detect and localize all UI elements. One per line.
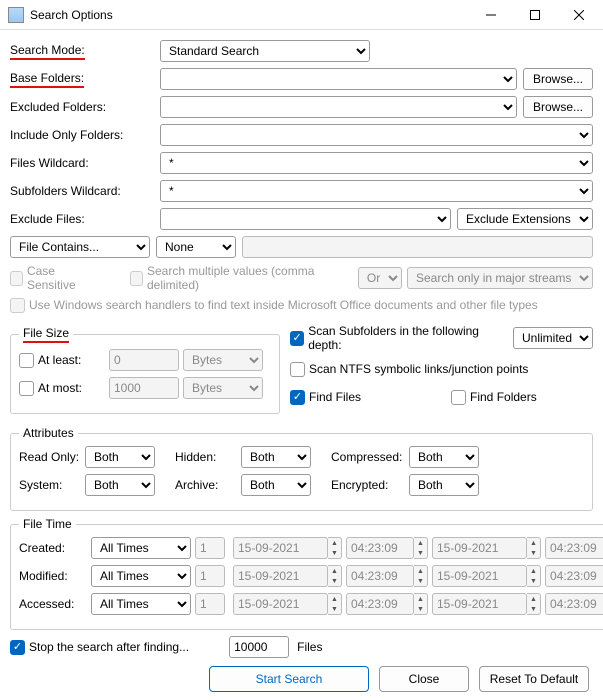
- include-only-input[interactable]: [160, 124, 593, 146]
- base-folders-input[interactable]: [160, 68, 517, 90]
- spinner-icon[interactable]: ▲▼: [414, 537, 428, 559]
- reset-default-button[interactable]: Reset To Default: [479, 666, 589, 692]
- accessed-time2-input[interactable]: [545, 593, 603, 615]
- files-wildcard-label: Files Wildcard:: [10, 156, 160, 170]
- read-only-label: Read Only:: [19, 450, 85, 464]
- modified-date2-input[interactable]: [432, 565, 527, 587]
- spinner-icon[interactable]: ▲▼: [328, 565, 342, 587]
- spinner-icon[interactable]: ▲▼: [328, 537, 342, 559]
- win-handlers-checkbox[interactable]: Use Windows search handlers to find text…: [10, 298, 538, 313]
- streams-select[interactable]: Search only in major streams: [407, 267, 593, 289]
- files-word-label: Files: [297, 640, 322, 654]
- file-size-group: File Size At least: Bytes At most: Bytes: [10, 326, 280, 414]
- search-mode-select[interactable]: Standard Search: [160, 40, 370, 62]
- encrypted-label: Encrypted:: [331, 478, 409, 492]
- read-only-select[interactable]: Both: [85, 446, 155, 468]
- archive-label: Archive:: [175, 478, 241, 492]
- exclude-files-label: Exclude Files:: [10, 212, 160, 226]
- spinner-icon[interactable]: ▲▼: [414, 565, 428, 587]
- close-dialog-button[interactable]: Close: [379, 666, 469, 692]
- created-date2-input[interactable]: [432, 537, 527, 559]
- files-wildcard-input[interactable]: *: [160, 152, 593, 174]
- excluded-folders-input[interactable]: [160, 96, 517, 118]
- created-date1-input[interactable]: [233, 537, 328, 559]
- file-contains-input[interactable]: [242, 236, 593, 258]
- modified-num-input[interactable]: [195, 565, 225, 587]
- created-num-input[interactable]: [195, 537, 225, 559]
- created-time1-input[interactable]: [346, 537, 414, 559]
- at-least-checkbox[interactable]: At least:: [19, 353, 99, 368]
- encrypted-select[interactable]: Both: [409, 474, 479, 496]
- app-icon: [8, 7, 24, 23]
- file-contains-select[interactable]: File Contains...: [10, 236, 150, 258]
- file-contains-encoding-select[interactable]: None: [156, 236, 236, 258]
- file-time-group: File Time Created: All Times ▲▼ ▲▼ ▲▼ ▲▼…: [10, 517, 603, 630]
- excluded-folders-browse-button[interactable]: Browse...: [523, 96, 593, 118]
- find-files-checkbox[interactable]: Find Files: [290, 390, 361, 405]
- created-label: Created:: [19, 541, 91, 555]
- depth-select[interactable]: Unlimited: [513, 327, 593, 349]
- subfolders-wildcard-input[interactable]: *: [160, 180, 593, 202]
- case-sensitive-checkbox[interactable]: Case Sensitive: [10, 264, 94, 292]
- start-search-button[interactable]: Start Search: [209, 666, 369, 692]
- base-folders-label: Base Folders:: [10, 71, 160, 88]
- or-select[interactable]: Or: [358, 267, 402, 289]
- search-mode-label: Search Mode:: [10, 43, 160, 60]
- excluded-folders-label: Excluded Folders:: [10, 100, 160, 114]
- at-least-input[interactable]: [109, 349, 179, 371]
- window-title: Search Options: [30, 8, 469, 22]
- accessed-mode-select[interactable]: All Times: [91, 593, 191, 615]
- accessed-date1-input[interactable]: [233, 593, 328, 615]
- system-label: System:: [19, 478, 85, 492]
- spinner-icon[interactable]: ▲▼: [328, 593, 342, 615]
- file-time-legend: File Time: [19, 517, 76, 531]
- base-folders-browse-button[interactable]: Browse...: [523, 68, 593, 90]
- modified-date1-input[interactable]: [233, 565, 328, 587]
- created-mode-select[interactable]: All Times: [91, 537, 191, 559]
- attributes-group: Attributes Read Only: Both Hidden: Both …: [10, 426, 593, 511]
- attributes-legend: Attributes: [19, 426, 78, 440]
- at-least-unit-select[interactable]: Bytes: [183, 349, 263, 371]
- system-select[interactable]: Both: [85, 474, 155, 496]
- accessed-num-input[interactable]: [195, 593, 225, 615]
- titlebar: Search Options: [0, 0, 603, 30]
- file-size-legend: File Size: [19, 326, 73, 343]
- close-button[interactable]: [557, 1, 601, 29]
- find-folders-checkbox[interactable]: Find Folders: [451, 390, 537, 405]
- accessed-time1-input[interactable]: [346, 593, 414, 615]
- scan-subfolders-checkbox[interactable]: Scan Subfolders in the following depth:: [290, 324, 503, 352]
- exclude-files-input[interactable]: [160, 208, 451, 230]
- archive-select[interactable]: Both: [241, 474, 311, 496]
- accessed-date2-input[interactable]: [432, 593, 527, 615]
- stop-after-count-input[interactable]: [229, 636, 289, 658]
- stop-after-checkbox[interactable]: Stop the search after finding...: [10, 640, 189, 655]
- at-most-checkbox[interactable]: At most:: [19, 381, 99, 396]
- compressed-label: Compressed:: [331, 450, 409, 464]
- at-most-unit-select[interactable]: Bytes: [183, 377, 263, 399]
- spinner-icon[interactable]: ▲▼: [527, 565, 541, 587]
- modified-time1-input[interactable]: [346, 565, 414, 587]
- spinner-icon[interactable]: ▲▼: [414, 593, 428, 615]
- include-only-label: Include Only Folders:: [10, 128, 160, 142]
- spinner-icon[interactable]: ▲▼: [527, 537, 541, 559]
- minimize-button[interactable]: [469, 1, 513, 29]
- compressed-select[interactable]: Both: [409, 446, 479, 468]
- spinner-icon[interactable]: ▲▼: [527, 593, 541, 615]
- hidden-label: Hidden:: [175, 450, 241, 464]
- exclude-extensions-select[interactable]: Exclude Extensions List: [457, 208, 593, 230]
- modified-mode-select[interactable]: All Times: [91, 565, 191, 587]
- subfolders-wildcard-label: Subfolders Wildcard:: [10, 184, 160, 198]
- scan-ntfs-checkbox[interactable]: Scan NTFS symbolic links/junction points: [290, 362, 528, 377]
- maximize-button[interactable]: [513, 1, 557, 29]
- accessed-label: Accessed:: [19, 597, 91, 611]
- modified-time2-input[interactable]: [545, 565, 603, 587]
- at-most-input[interactable]: [109, 377, 179, 399]
- created-time2-input[interactable]: [545, 537, 603, 559]
- modified-label: Modified:: [19, 569, 91, 583]
- hidden-select[interactable]: Both: [241, 446, 311, 468]
- multi-values-checkbox[interactable]: Search multiple values (comma delimited): [130, 264, 336, 292]
